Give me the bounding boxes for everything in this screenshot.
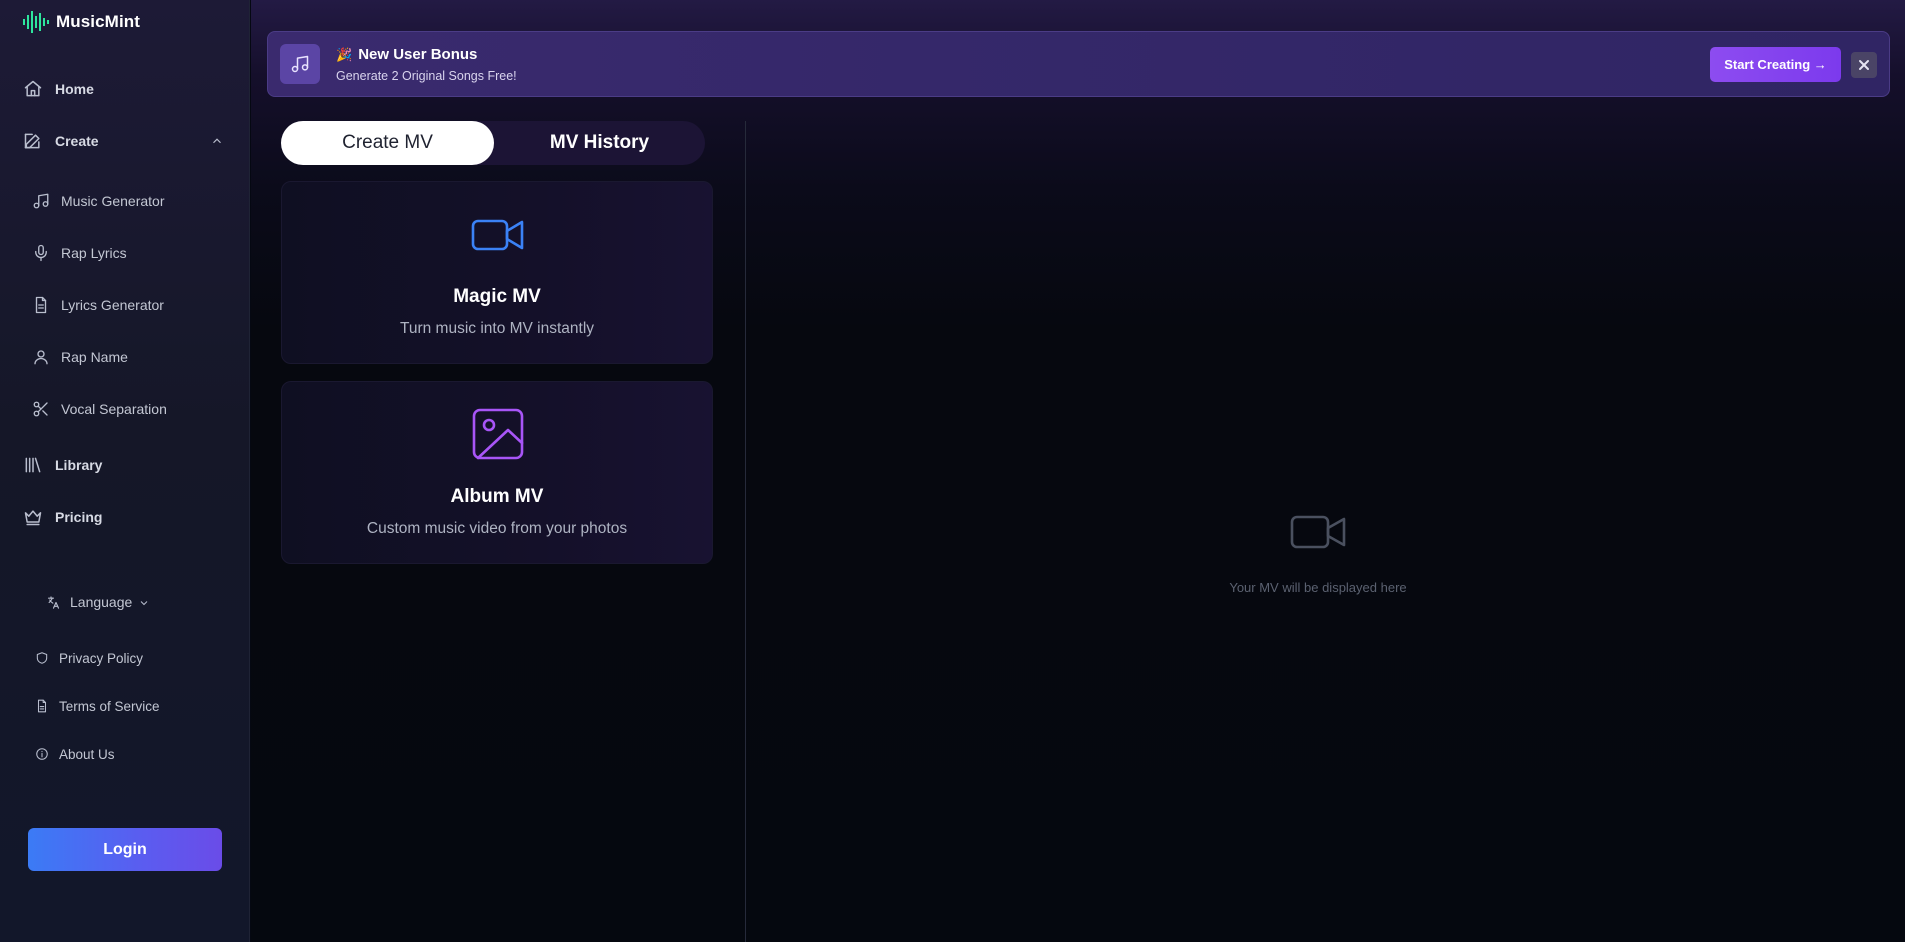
sidebar-item-label: Lyrics Generator bbox=[61, 297, 164, 313]
crown-icon bbox=[22, 506, 44, 528]
nav-library[interactable]: Library bbox=[22, 454, 102, 476]
tab-mv-history[interactable]: MV History bbox=[494, 121, 705, 165]
translate-icon bbox=[42, 591, 64, 613]
library-icon bbox=[22, 454, 44, 476]
mv-preview-placeholder: Your MV will be displayed here bbox=[1229, 580, 1407, 595]
banner-title-text: New User Bonus bbox=[358, 46, 478, 63]
info-icon bbox=[31, 743, 53, 765]
edit-icon bbox=[22, 130, 44, 152]
chevron-down-icon bbox=[138, 596, 150, 608]
video-camera-icon bbox=[1289, 503, 1347, 561]
banner-title: 🎉 New User Bonus bbox=[336, 46, 477, 63]
close-icon bbox=[1859, 60, 1869, 70]
scissors-icon bbox=[30, 398, 52, 420]
shield-icon bbox=[31, 647, 53, 669]
sidebar-item-label: Vocal Separation bbox=[61, 401, 167, 417]
login-button[interactable]: Login bbox=[28, 828, 222, 871]
card-description: Turn music into MV instantly bbox=[399, 320, 595, 337]
music-note-icon bbox=[280, 44, 320, 84]
sidebar-item-label: Rap Lyrics bbox=[61, 245, 127, 261]
close-banner-button[interactable] bbox=[1851, 52, 1877, 78]
sidebar-item-label: Rap Name bbox=[61, 349, 128, 365]
footer-link-label: Privacy Policy bbox=[59, 650, 144, 666]
panel-divider bbox=[745, 121, 746, 942]
language-selector[interactable]: Language bbox=[42, 591, 150, 613]
sidebar-item-music-generator[interactable]: Music Generator bbox=[30, 190, 164, 212]
sidebar-item-lyrics-generator[interactable]: Lyrics Generator bbox=[30, 294, 164, 316]
microphone-icon bbox=[30, 242, 52, 264]
sidebar-item-label: Music Generator bbox=[61, 193, 165, 209]
sidebar-item-rap-name[interactable]: Rap Name bbox=[30, 346, 128, 368]
sidebar-item-rap-lyrics[interactable]: Rap Lyrics bbox=[30, 242, 127, 264]
banner-subtitle: Generate 2 Original Songs Free! bbox=[336, 69, 517, 83]
video-camera-icon bbox=[470, 207, 526, 263]
party-popper-icon: 🎉 bbox=[336, 47, 353, 62]
document-icon bbox=[30, 294, 52, 316]
link-terms-of-service[interactable]: Terms of Service bbox=[31, 695, 160, 717]
nav-library-label: Library bbox=[55, 457, 103, 473]
user-icon bbox=[30, 346, 52, 368]
document-icon bbox=[31, 695, 53, 717]
image-icon bbox=[470, 406, 526, 462]
home-icon bbox=[22, 78, 44, 100]
nav-pricing[interactable]: Pricing bbox=[22, 506, 102, 528]
nav-pricing-label: Pricing bbox=[55, 509, 103, 525]
nav-create-label: Create bbox=[55, 133, 99, 149]
footer-link-label: About Us bbox=[59, 746, 115, 762]
nav-create[interactable]: Create bbox=[22, 130, 99, 152]
sidebar-item-vocal-separation[interactable]: Vocal Separation bbox=[30, 398, 167, 420]
nav-home-label: Home bbox=[55, 81, 94, 97]
card-description: Custom music video from your photos bbox=[366, 520, 628, 537]
card-title: Album MV bbox=[450, 486, 544, 507]
brand-name: MusicMint bbox=[56, 12, 141, 31]
language-label: Language bbox=[70, 594, 133, 610]
new-user-bonus-banner: 🎉 New User Bonus Generate 2 Original Song… bbox=[267, 31, 1890, 97]
brand-logo[interactable]: MusicMint bbox=[22, 8, 140, 36]
tab-create-mv[interactable]: Create MV bbox=[281, 121, 494, 165]
magic-mv-card[interactable]: Magic MV Turn music into MV instantly bbox=[281, 181, 713, 364]
chevron-up-icon[interactable] bbox=[210, 134, 224, 148]
card-title: Magic MV bbox=[453, 286, 541, 307]
footer-link-label: Terms of Service bbox=[59, 698, 160, 714]
link-about-us[interactable]: About Us bbox=[31, 743, 115, 765]
music-note-icon bbox=[30, 190, 52, 212]
start-creating-button[interactable]: Start Creating → bbox=[1710, 47, 1841, 82]
mv-tabs: Create MV MV History bbox=[281, 121, 705, 165]
link-privacy-policy[interactable]: Privacy Policy bbox=[31, 647, 143, 669]
sidebar: MusicMint Home Create Music Generator Ra… bbox=[0, 0, 250, 942]
nav-home[interactable]: Home bbox=[22, 78, 94, 100]
main-content: 🎉 New User Bonus Generate 2 Original Song… bbox=[251, 0, 1905, 942]
album-mv-card[interactable]: Album MV Custom music video from your ph… bbox=[281, 381, 713, 564]
soundwave-logo-icon bbox=[23, 11, 49, 33]
